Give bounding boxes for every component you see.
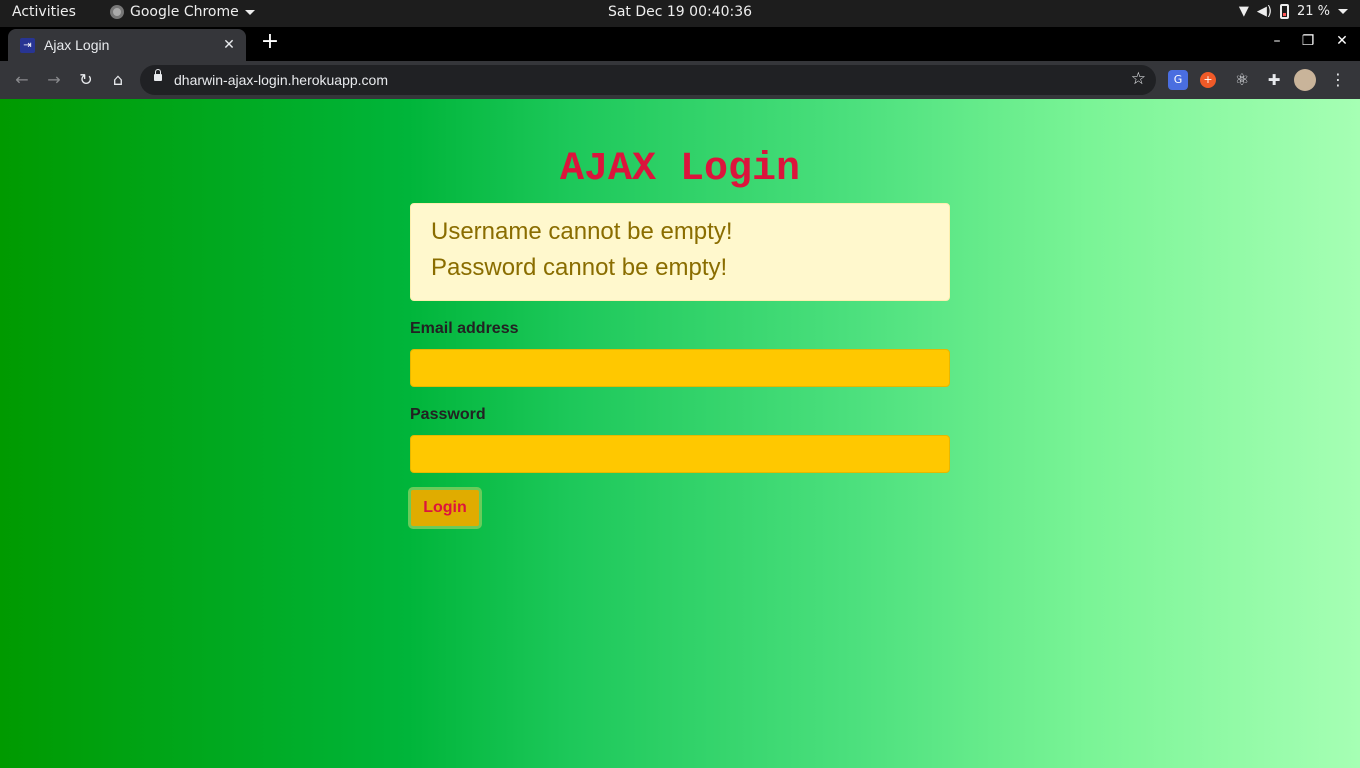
honey-extension-icon[interactable]: + <box>1200 72 1216 88</box>
page-title: AJAX Login <box>559 147 801 192</box>
close-icon[interactable]: ✕ <box>220 35 238 53</box>
tab-strip: ⇥ Ajax Login ✕ + – ❐ ✕ <box>0 27 1360 61</box>
lock-icon[interactable] <box>154 69 162 81</box>
validation-alert: Username cannot be empty! Password canno… <box>410 203 950 301</box>
reload-icon[interactable]: ↻ <box>75 69 97 91</box>
url-text[interactable]: dharwin-ajax-login.herokuapp.com <box>174 72 388 88</box>
battery-percent: 21 % <box>1296 4 1330 19</box>
back-icon[interactable]: ← <box>11 69 33 91</box>
more-menu-icon[interactable]: ⋮ <box>1328 70 1348 90</box>
volume-icon: ◀) <box>1256 4 1272 19</box>
tab-ajax-login[interactable]: ⇥ Ajax Login ✕ <box>8 29 246 61</box>
forward-icon[interactable]: → <box>43 69 65 91</box>
email-field[interactable] <box>410 349 950 387</box>
chevron-down-icon <box>1338 9 1348 14</box>
bookmark-star-icon[interactable]: ☆ <box>1131 69 1146 89</box>
address-bar[interactable]: dharwin-ajax-login.herokuapp.com ☆ <box>140 65 1156 95</box>
login-button[interactable]: Login <box>408 487 482 529</box>
home-icon[interactable]: ⌂ <box>107 69 129 91</box>
clock[interactable]: Sat Dec 19 00:40:36 <box>608 4 752 20</box>
battery-icon <box>1279 4 1289 19</box>
email-label: Email address <box>410 320 519 337</box>
wifi-icon: ▼ <box>1238 4 1249 19</box>
system-tray[interactable]: ▼ ◀) 21 % <box>1239 4 1348 19</box>
restore-icon[interactable]: ❐ <box>1298 33 1318 49</box>
activities-button[interactable]: Activities <box>12 4 76 20</box>
extensions-puzzle-icon[interactable]: ✚ <box>1264 70 1284 90</box>
app-menu[interactable]: Google Chrome <box>110 4 255 20</box>
tab-title: Ajax Login <box>44 37 110 53</box>
login-favicon-icon: ⇥ <box>20 38 35 53</box>
alert-message-username: Username cannot be empty! <box>431 218 733 245</box>
new-tab-button[interactable]: + <box>258 31 282 55</box>
alert-message-password: Password cannot be empty! <box>431 254 728 281</box>
app-menu-label: Google Chrome <box>130 4 239 20</box>
browser-toolbar: ← → ↻ ⌂ dharwin-ajax-login.herokuapp.com… <box>0 61 1360 99</box>
password-field[interactable] <box>410 435 950 473</box>
chrome-icon <box>110 5 124 19</box>
password-label: Password <box>410 406 486 423</box>
minimize-icon[interactable]: – <box>1267 33 1287 49</box>
chevron-down-icon <box>244 9 255 15</box>
page-content: AJAX Login Username cannot be empty! Pas… <box>0 99 1360 768</box>
profile-avatar[interactable] <box>1294 69 1316 91</box>
window-close-icon[interactable]: ✕ <box>1332 33 1352 49</box>
system-top-bar: Activities Google Chrome Sat Dec 19 00:4… <box>0 0 1360 27</box>
translate-extension-icon[interactable]: G <box>1168 70 1188 90</box>
react-devtools-icon[interactable]: ⚛ <box>1232 70 1252 90</box>
